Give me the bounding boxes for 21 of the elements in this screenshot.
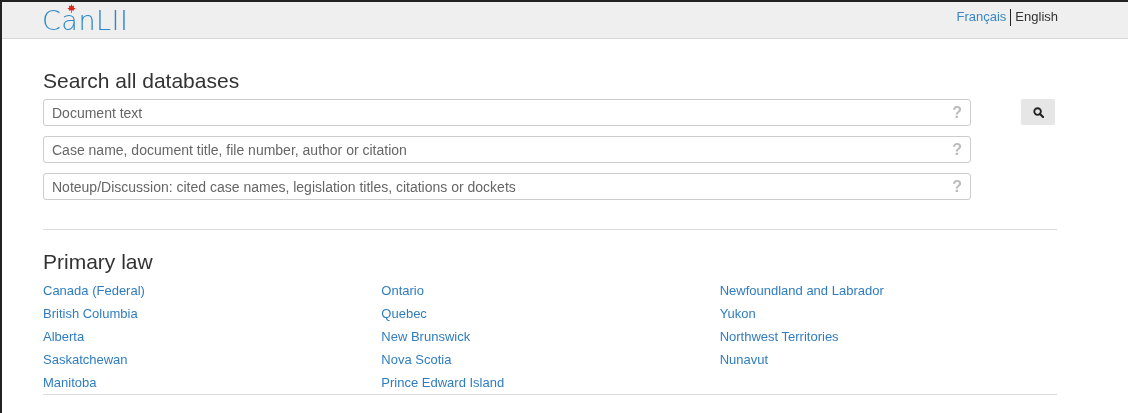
- section-heading: Search all databases: [43, 69, 241, 93]
- jurisdiction-link[interactable]: Manitoba: [43, 371, 97, 394]
- jurisdiction-link[interactable]: Nunavut: [719, 348, 769, 371]
- jurisdiction-link[interactable]: Yukon: [719, 302, 756, 325]
- jurisdiction-link[interactable]: New Brunswick: [381, 325, 471, 348]
- search-button[interactable]: [1021, 99, 1055, 125]
- language-link[interactable]: Français: [956, 9, 1007, 24]
- logo[interactable]: CanLII: [42, 6, 129, 36]
- jurisdiction-link[interactable]: Alberta: [43, 325, 85, 348]
- language-link[interactable]: English: [1015, 9, 1058, 24]
- jurisdiction-link[interactable]: Quebec: [381, 302, 427, 325]
- jurisdiction-link[interactable]: Northwest Territories: [719, 325, 839, 348]
- section-heading: Primary law: [43, 250, 154, 274]
- jurisdiction-link[interactable]: British Columbia: [43, 302, 138, 325]
- search-icon: [1032, 106, 1044, 118]
- jurisdiction-link[interactable]: Saskatchewan: [43, 348, 128, 371]
- jurisdiction-link[interactable]: Prince Edward Island: [381, 371, 505, 394]
- jurisdiction-link[interactable]: Newfoundland and Labrador: [719, 279, 884, 302]
- jurisdiction-link[interactable]: Canada (Federal): [43, 279, 145, 302]
- jurisdiction-link[interactable]: Nova Scotia: [381, 348, 452, 371]
- jurisdiction-link[interactable]: Ontario: [381, 279, 424, 302]
